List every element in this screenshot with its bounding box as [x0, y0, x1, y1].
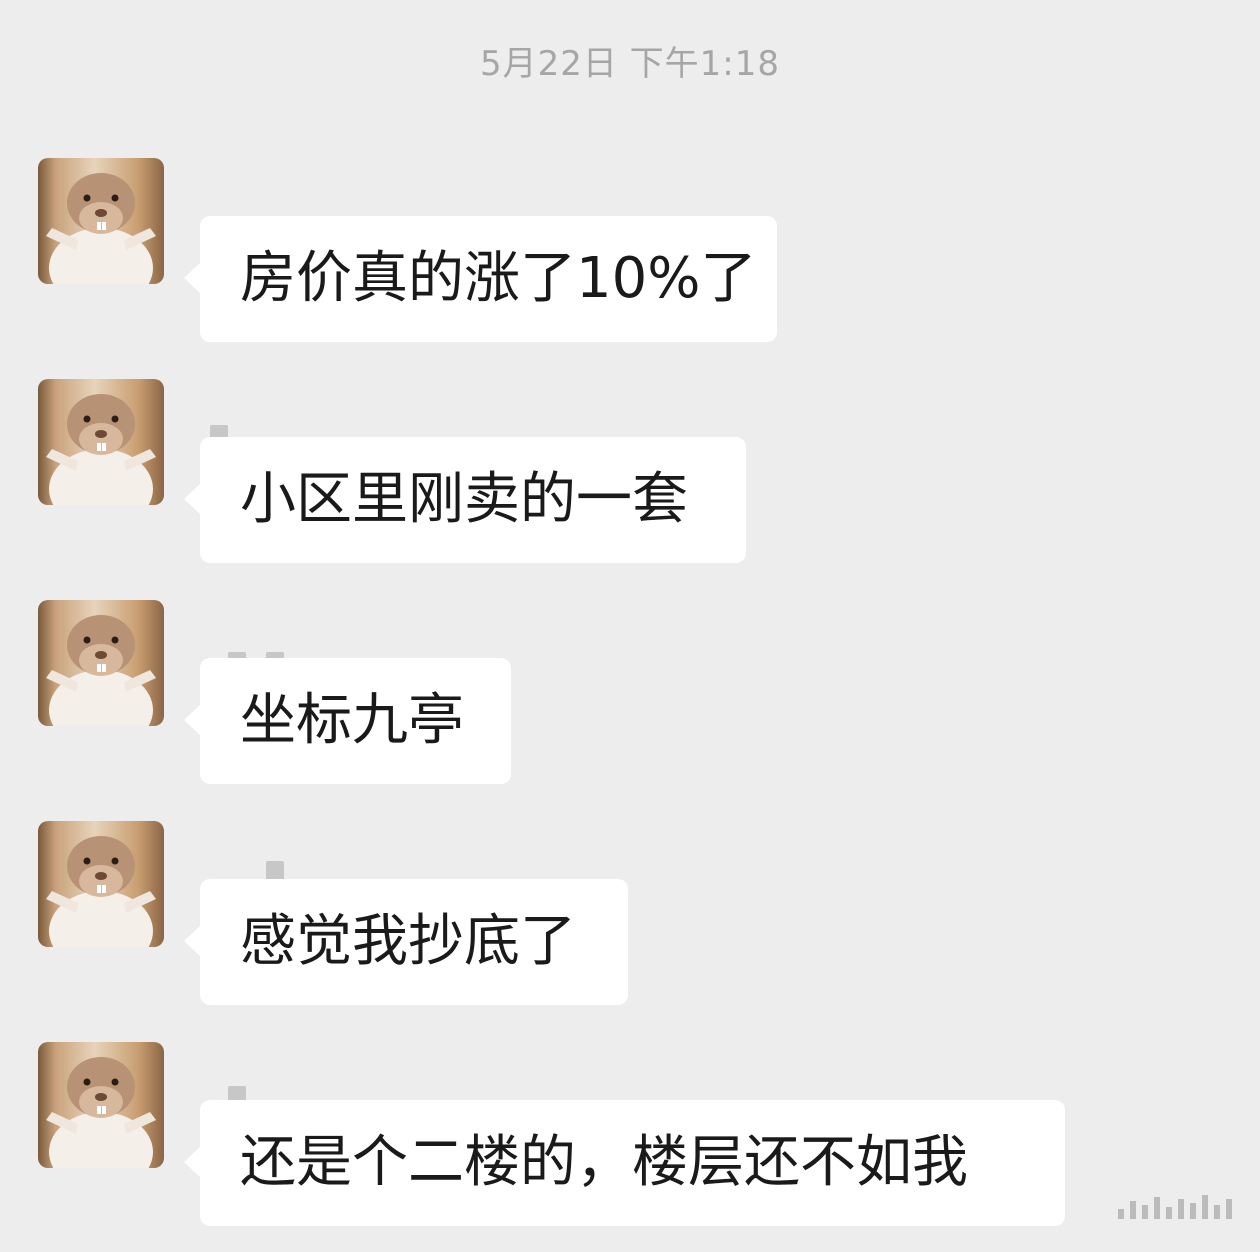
message-bubble[interactable]: 坐标九亭 — [184, 658, 511, 784]
avatar[interactable] — [38, 600, 164, 726]
hamster-avatar-icon — [46, 173, 156, 284]
message-row: 小区里刚卖的一套 — [0, 379, 1260, 589]
sender-name-blurred — [208, 186, 318, 234]
avatar[interactable] — [38, 158, 164, 284]
hamster-avatar-icon — [46, 1057, 156, 1168]
avatar[interactable] — [38, 379, 164, 505]
message-bubble[interactable]: 房价真的涨了10%了 — [184, 216, 777, 342]
sender-name-blurred — [208, 628, 318, 670]
message-bubble[interactable]: 还是个二楼的，楼层还不如我 — [184, 1100, 1065, 1226]
message-row: 房价真的涨了10%了 — [0, 158, 1260, 368]
sender-name-blurred — [208, 849, 318, 897]
hamster-avatar-icon — [46, 394, 156, 505]
chat-timestamp: 5月22日 下午1:18 — [479, 44, 781, 84]
message-row: 还是个二楼的，楼层还不如我 — [0, 1042, 1260, 1252]
hamster-avatar-icon — [46, 615, 156, 726]
message-bubble[interactable]: 感觉我抄底了 — [184, 879, 628, 1005]
avatar[interactable] — [38, 1042, 164, 1168]
message-bubble[interactable]: 小区里刚卖的一套 — [184, 437, 746, 563]
hamster-avatar-icon — [46, 836, 156, 947]
message-row: 感觉我抄底了 — [0, 821, 1260, 1031]
message-row: 坐标九亭 — [0, 600, 1260, 810]
watermark — [1118, 1193, 1232, 1219]
sender-name-blurred — [208, 407, 318, 461]
avatar[interactable] — [38, 821, 164, 947]
sender-name-blurred — [208, 1070, 318, 1124]
